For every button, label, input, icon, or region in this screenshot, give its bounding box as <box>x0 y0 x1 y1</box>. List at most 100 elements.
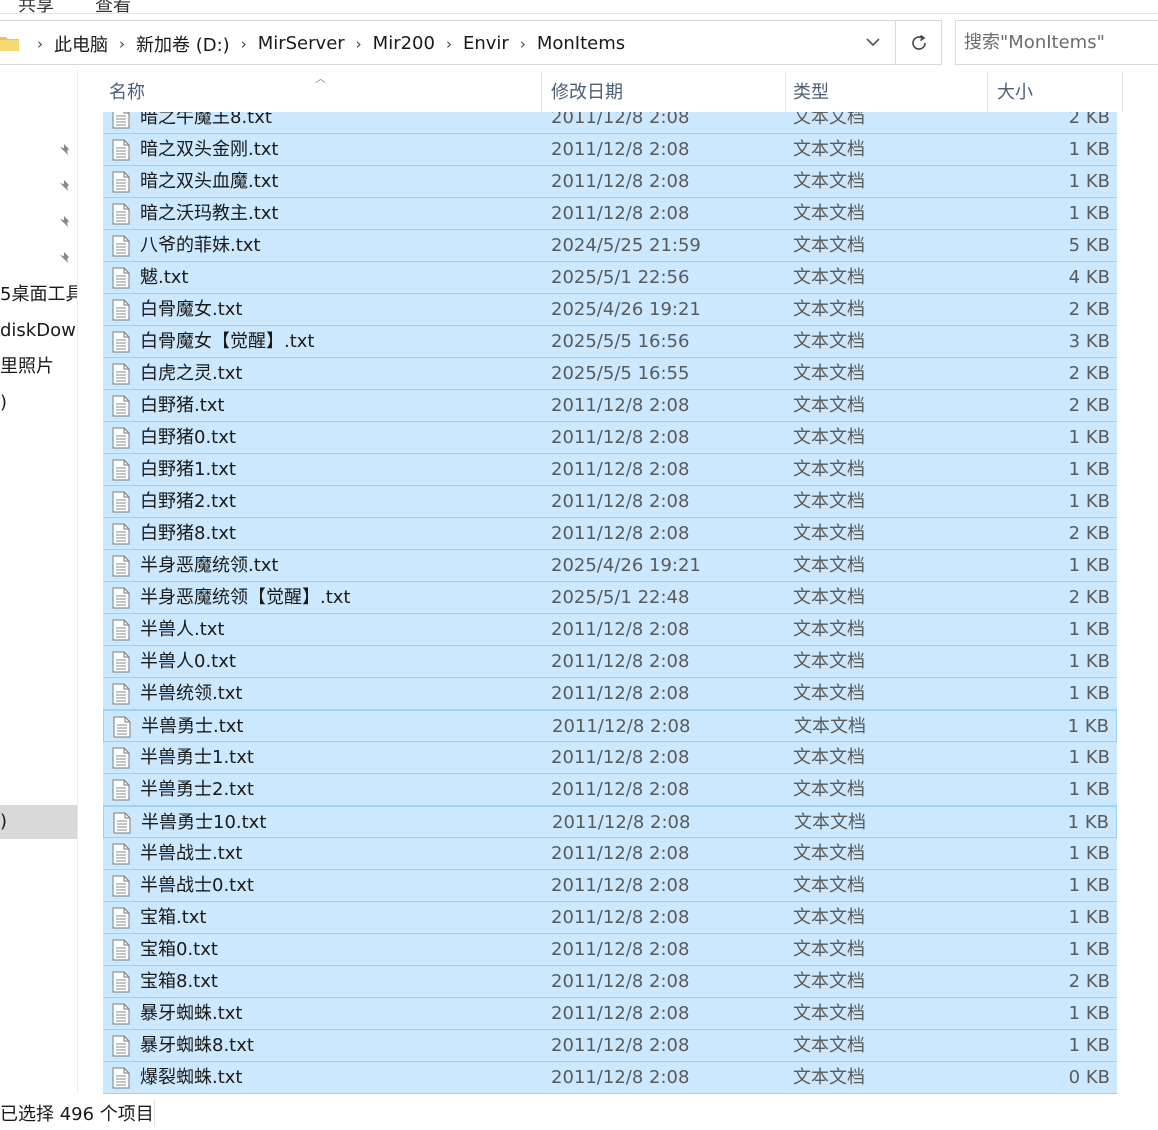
file-row[interactable]: 半兽统领.txt 2011/12/8 2:08 文本文档 1 KB <box>103 678 1117 710</box>
file-row[interactable]: 半兽勇士2.txt 2011/12/8 2:08 文本文档 1 KB <box>103 774 1117 806</box>
file-name[interactable]: 半兽统领.txt <box>140 678 243 710</box>
file-row[interactable]: 暗之双头金刚.txt 2011/12/8 2:08 文本文档 1 KB <box>103 134 1117 166</box>
file-row[interactable]: 白骨魔女.txt 2025/4/26 19:21 文本文档 2 KB <box>103 294 1117 326</box>
pin-icon[interactable] <box>55 178 73 196</box>
file-name[interactable]: 暗之牛魔王8.txt <box>140 112 272 134</box>
nav-item-desktop-tools[interactable]: 5桌面工具 <box>0 278 77 312</box>
file-row[interactable]: 半兽战士0.txt 2011/12/8 2:08 文本文档 1 KB <box>103 870 1117 902</box>
nav-item-current-drive[interactable]: ) <box>0 805 77 839</box>
pin-icon[interactable] <box>55 250 73 268</box>
nav-item-photos[interactable]: 里照片 <box>0 350 77 384</box>
file-row[interactable]: 白虎之灵.txt 2025/5/5 16:55 文本文档 2 KB <box>103 358 1117 390</box>
file-row[interactable]: 半兽勇士1.txt 2011/12/8 2:08 文本文档 1 KB <box>103 742 1117 774</box>
file-name[interactable]: 半兽人.txt <box>140 614 225 646</box>
file-name[interactable]: 爆裂蜘蛛.txt <box>140 1062 243 1094</box>
file-row[interactable]: 暗之沃玛教主.txt 2011/12/8 2:08 文本文档 1 KB <box>103 198 1117 230</box>
file-row[interactable]: 白野猪.txt 2011/12/8 2:08 文本文档 2 KB <box>103 390 1117 422</box>
nav-item-drive[interactable]: ) <box>0 386 77 420</box>
file-type: 文本文档 <box>793 267 865 288</box>
column-divider[interactable] <box>1122 72 1123 112</box>
column-header-size[interactable]: 大小 <box>991 70 1121 112</box>
chevron-right-icon[interactable]: › <box>233 35 255 53</box>
file-name[interactable]: 白野猪1.txt <box>140 454 236 486</box>
file-row[interactable]: 白骨魔女【觉醒】.txt 2025/5/5 16:56 文本文档 3 KB <box>103 326 1117 358</box>
file-row[interactable]: 宝箱.txt 2011/12/8 2:08 文本文档 1 KB <box>103 902 1117 934</box>
nav-item-disk-download[interactable]: diskDowr <box>0 314 77 348</box>
address-history-dropdown[interactable] <box>851 21 895 64</box>
file-name[interactable]: 半兽勇士1.txt <box>140 742 254 774</box>
search-box[interactable] <box>955 20 1158 65</box>
column-divider[interactable] <box>785 72 786 112</box>
file-name[interactable]: 半身恶魔统领【觉醒】.txt <box>140 582 351 614</box>
file-name[interactable]: 白野猪2.txt <box>140 486 236 518</box>
file-name[interactable]: 白野猪.txt <box>140 390 225 422</box>
file-row[interactable]: 八爷的菲妹.txt 2024/5/25 21:59 文本文档 5 KB <box>103 230 1117 262</box>
pin-icon[interactable] <box>55 214 73 232</box>
file-row[interactable]: 半兽勇士10.txt 2011/12/8 2:08 文本文档 1 KB <box>103 806 1117 838</box>
file-name[interactable]: 宝箱8.txt <box>140 966 218 998</box>
file-row[interactable]: 白野猪1.txt 2011/12/8 2:08 文本文档 1 KB <box>103 454 1117 486</box>
file-row[interactable]: 宝箱8.txt 2011/12/8 2:08 文本文档 2 KB <box>103 966 1117 998</box>
file-name[interactable]: 暴牙蜘蛛8.txt <box>140 1030 254 1062</box>
column-header-name[interactable]: 名称 <box>103 70 541 112</box>
ribbon-tab-share[interactable]: 共享 <box>18 0 54 13</box>
file-name[interactable]: 宝箱0.txt <box>140 934 218 966</box>
column-header-type[interactable]: 类型 <box>787 70 987 112</box>
file-row[interactable]: 暴牙蜘蛛.txt 2011/12/8 2:08 文本文档 1 KB <box>103 998 1117 1030</box>
pin-icon[interactable] <box>55 142 73 160</box>
file-row[interactable]: 魃.txt 2025/5/1 22:56 文本文档 4 KB <box>103 262 1117 294</box>
file-name[interactable]: 暗之沃玛教主.txt <box>140 198 279 230</box>
chevron-right-icon[interactable]: › <box>348 35 370 53</box>
breadcrumb-envir[interactable]: Envir <box>460 33 512 54</box>
search-input[interactable] <box>964 21 1158 64</box>
file-row[interactable]: 宝箱0.txt 2011/12/8 2:08 文本文档 1 KB <box>103 934 1117 966</box>
file-name[interactable]: 半兽勇士.txt <box>141 711 244 743</box>
breadcrumb-volume-d[interactable]: 新加卷 (D:) <box>133 31 233 57</box>
chevron-right-icon[interactable]: › <box>438 35 460 53</box>
file-row[interactable]: 暗之牛魔王8.txt 2011/12/8 2:08 文本文档 2 KB <box>103 112 1117 134</box>
file-row[interactable]: 半兽战士.txt 2011/12/8 2:08 文本文档 1 KB <box>103 838 1117 870</box>
file-name[interactable]: 暗之双头金刚.txt <box>140 134 279 166</box>
file-name[interactable]: 半兽勇士2.txt <box>140 774 254 806</box>
file-row[interactable]: 半兽勇士.txt 2011/12/8 2:08 文本文档 1 KB <box>103 710 1117 742</box>
chevron-right-icon[interactable]: › <box>512 35 534 53</box>
file-name[interactable]: 白骨魔女.txt <box>140 294 243 326</box>
file-row[interactable]: 暗之双头血魔.txt 2011/12/8 2:08 文本文档 1 KB <box>103 166 1117 198</box>
file-name[interactable]: 半兽勇士10.txt <box>141 807 266 839</box>
column-divider[interactable] <box>987 72 988 112</box>
file-name[interactable]: 白野猪8.txt <box>140 518 236 550</box>
file-row[interactable]: 半身恶魔统领.txt 2025/4/26 19:21 文本文档 1 KB <box>103 550 1117 582</box>
file-name[interactable]: 白野猪0.txt <box>140 422 236 454</box>
file-name[interactable]: 半兽战士0.txt <box>140 870 254 902</box>
file-name[interactable]: 半兽人0.txt <box>140 646 236 678</box>
file-name[interactable]: 暗之双头血魔.txt <box>140 166 279 198</box>
file-name[interactable]: 半兽战士.txt <box>140 838 243 870</box>
file-name[interactable]: 宝箱.txt <box>140 902 207 934</box>
file-row[interactable]: 白野猪2.txt 2011/12/8 2:08 文本文档 1 KB <box>103 486 1117 518</box>
breadcrumb-this-pc[interactable]: 此电脑 <box>51 31 111 57</box>
column-divider[interactable] <box>541 72 542 112</box>
column-header-date[interactable]: 修改日期 <box>545 70 785 112</box>
file-row[interactable]: 白野猪8.txt 2011/12/8 2:08 文本文档 2 KB <box>103 518 1117 550</box>
file-name[interactable]: 暴牙蜘蛛.txt <box>140 998 243 1030</box>
chevron-right-icon[interactable]: › <box>111 35 133 53</box>
file-row[interactable]: 白野猪0.txt 2011/12/8 2:08 文本文档 1 KB <box>103 422 1117 454</box>
file-name[interactable]: 白骨魔女【觉醒】.txt <box>140 326 315 358</box>
file-name[interactable]: 八爷的菲妹.txt <box>140 230 261 262</box>
file-row[interactable]: 半身恶魔统领【觉醒】.txt 2025/5/1 22:48 文本文档 2 KB <box>103 582 1117 614</box>
refresh-button[interactable] <box>895 21 941 64</box>
file-name[interactable]: 白虎之灵.txt <box>140 358 243 390</box>
file-row[interactable]: 爆裂蜘蛛.txt 2011/12/8 2:08 文本文档 0 KB <box>103 1062 1117 1094</box>
file-modified-date: 2011/12/8 2:08 <box>551 427 690 448</box>
breadcrumb-mirserver[interactable]: MirServer <box>255 33 348 54</box>
file-name[interactable]: 魃.txt <box>140 262 189 294</box>
file-name[interactable]: 半身恶魔统领.txt <box>140 550 279 582</box>
file-row[interactable]: 半兽人0.txt 2011/12/8 2:08 文本文档 1 KB <box>103 646 1117 678</box>
file-row[interactable]: 半兽人.txt 2011/12/8 2:08 文本文档 1 KB <box>103 614 1117 646</box>
file-row[interactable]: 暴牙蜘蛛8.txt 2011/12/8 2:08 文本文档 1 KB <box>103 1030 1117 1062</box>
chevron-right-icon[interactable]: › <box>29 35 51 53</box>
breadcrumb-mir200[interactable]: Mir200 <box>370 33 438 54</box>
breadcrumb-monitems[interactable]: MonItems <box>534 33 628 54</box>
ribbon-tab-view[interactable]: 查看 <box>95 0 131 13</box>
address-bar[interactable]: › 此电脑 › 新加卷 (D:) › MirServer › Mir200 › … <box>0 20 942 65</box>
